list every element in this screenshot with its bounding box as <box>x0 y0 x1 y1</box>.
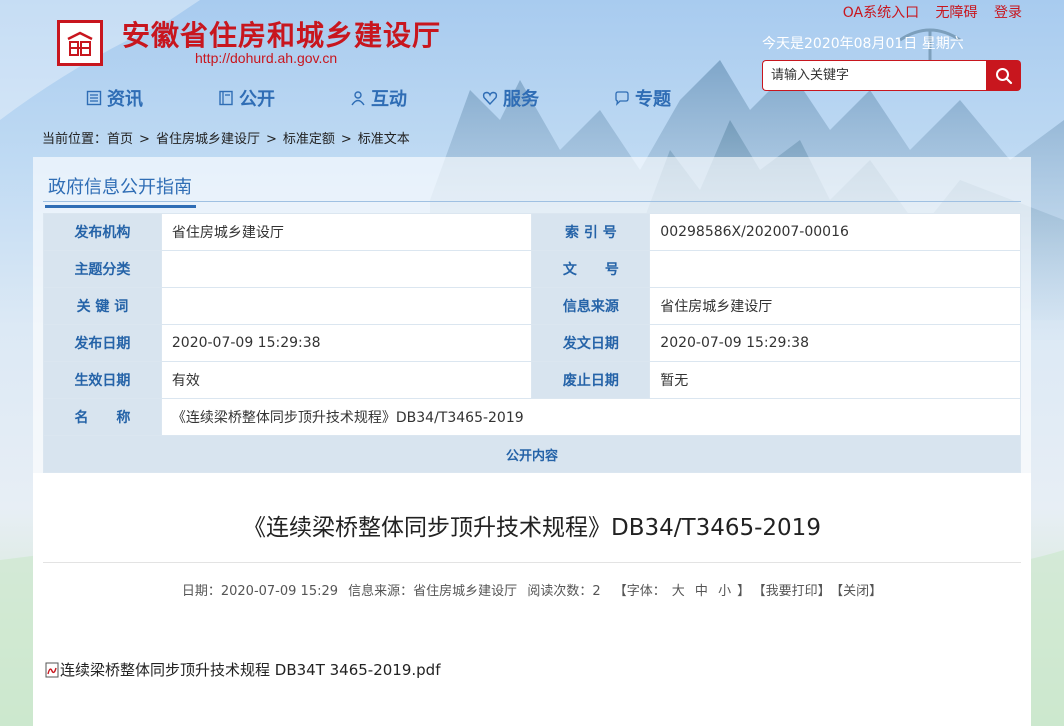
nav-item-news[interactable]: 资讯 <box>86 85 143 111</box>
breadcrumb-separator: > <box>139 132 150 147</box>
meta-date: 日期：2020-07-09 15:29 <box>181 584 339 599</box>
breadcrumb: 当前位置：首页 > 省住房城乡建设厅 > 标准定额 > 标准文本 <box>42 128 410 147</box>
book-icon <box>219 90 233 106</box>
breadcrumb-separator: > <box>340 132 352 147</box>
pdf-icon <box>45 662 59 677</box>
label-keywords: 关 键 词 <box>43 287 162 325</box>
value-info-source: 省住房城乡建设厅 <box>649 287 1021 325</box>
label-doc-number: 文 号 <box>531 250 651 288</box>
nav-label: 互动 <box>371 89 407 110</box>
main-nav: 资讯 公开 互动 服务 专题 <box>86 85 746 111</box>
logo-emblem-icon <box>67 31 93 56</box>
breadcrumb-standards[interactable]: 标准定额 <box>283 132 335 147</box>
site-logo[interactable] <box>57 20 103 66</box>
nav-item-public[interactable]: 公开 <box>218 85 275 111</box>
heart-icon <box>482 91 498 106</box>
print-button[interactable]: 【我要打印】 <box>759 584 831 599</box>
people-icon <box>351 91 365 106</box>
label-expiry-date: 废止日期 <box>531 361 651 399</box>
site-header: 安徽省住房和城乡建设厅 http://dohurd.ah.gov.cn OA系统… <box>0 0 1064 160</box>
label-index-number: 索 引 号 <box>531 213 651 251</box>
table-row: 名 称 《连续梁桥整体同步顶升技术规程》DB34/T3465-2019 <box>43 398 1022 436</box>
login-link[interactable]: 登录 <box>994 5 1022 21</box>
nav-item-service[interactable]: 服务 <box>482 85 539 111</box>
breadcrumb-home[interactable]: 首页 <box>107 132 133 147</box>
current-date: 今天是2020年08月01日 星期六 <box>762 36 964 52</box>
close-button[interactable]: 【关闭】 <box>837 584 883 599</box>
value-publisher: 省住房城乡建设厅 <box>160 213 533 251</box>
value-index-number: 00298586X/202007-00016 <box>649 213 1021 251</box>
table-row: 发布日期 2020-07-09 15:29:38 发文日期 2020-07-09… <box>43 324 1021 362</box>
label-issue-date: 发文日期 <box>531 324 651 362</box>
value-doc-number <box>649 250 1021 288</box>
search-icon <box>995 67 1012 84</box>
value-name: 《连续梁桥整体同步顶升技术规程》DB34/T3465-2019 <box>160 398 1022 436</box>
search-input[interactable] <box>762 60 987 91</box>
label-publisher: 发布机构 <box>43 213 162 251</box>
table-row: 生效日期 有效 废止日期 暂无 <box>43 361 1021 399</box>
search-button[interactable] <box>986 60 1021 91</box>
nav-item-interaction[interactable]: 互动 <box>350 85 407 111</box>
guide-divider <box>43 201 1021 202</box>
value-issue-date: 2020-07-09 15:29:38 <box>649 324 1021 362</box>
value-category <box>160 250 533 288</box>
breadcrumb-separator: > <box>265 132 277 147</box>
nav-label: 公开 <box>239 89 275 110</box>
label-info-source: 信息来源 <box>531 287 651 325</box>
accessibility-link[interactable]: 无障碍 <box>936 5 978 21</box>
attachment-name: 连续梁桥整体同步顶升技术规程 DB34T 3465-2019.pdf <box>60 661 441 679</box>
label-effective-date: 生效日期 <box>43 361 162 399</box>
label-category: 主题分类 <box>43 250 162 288</box>
label-name: 名 称 <box>43 398 162 436</box>
font-size-controls: 【字体： 大 中 小】 <box>611 584 753 599</box>
font-size-label-end: 】 <box>737 584 751 599</box>
table-row: 主题分类 文 号 <box>43 250 1021 288</box>
document-title: 《连续梁桥整体同步顶升技术规程》DB34/T3465-2019 <box>243 515 821 541</box>
meta-source: 信息来源：省住房城乡建设厅 <box>348 584 518 599</box>
breadcrumb-standard-texts[interactable]: 标准文本 <box>358 132 410 147</box>
nav-label: 服务 <box>503 89 539 110</box>
content-header: 公开内容 <box>43 435 1021 473</box>
value-keywords <box>160 287 533 325</box>
breadcrumb-prefix: 当前位置： <box>42 132 108 147</box>
value-publish-date: 2020-07-09 15:29:38 <box>160 324 533 362</box>
font-medium-button[interactable]: 中 <box>695 584 708 599</box>
top-links: OA系统入口 无障碍 登录 <box>831 2 1022 22</box>
font-size-label: 【字体： <box>613 584 666 599</box>
chat-icon <box>615 91 629 106</box>
nav-label: 专题 <box>635 89 671 110</box>
table-row: 关 键 词 信息来源 省住房城乡建设厅 <box>43 287 1021 325</box>
font-small-button[interactable]: 小 <box>718 584 731 599</box>
meta-reads: 阅读次数：2 <box>527 584 601 599</box>
value-expiry-date: 暂无 <box>649 361 1021 399</box>
table-row: 公开内容 <box>43 435 1021 473</box>
value-effective-date: 有效 <box>160 361 533 399</box>
site-url[interactable]: http://dohurd.ah.gov.cn <box>195 50 337 66</box>
attachment-link[interactable]: 连续梁桥整体同步顶升技术规程 DB34T 3465-2019.pdf <box>44 659 440 680</box>
guide-title[interactable]: 政府信息公开指南 <box>45 173 196 208</box>
article-meta: 日期：2020-07-09 15:29 信息来源：省住房城乡建设厅 阅读次数：2… <box>0 580 1064 599</box>
info-table: 发布机构 省住房城乡建设厅 索 引 号 00298586X/202007-000… <box>43 213 1022 473</box>
nav-label: 资讯 <box>107 89 143 110</box>
site-title: 安徽省住房和城乡建设厅 <box>122 19 442 52</box>
font-large-button[interactable]: 大 <box>672 584 685 599</box>
title-divider <box>43 562 1021 563</box>
label-publish-date: 发布日期 <box>43 324 162 362</box>
nav-item-topics[interactable]: 专题 <box>614 85 671 111</box>
oa-entry-link[interactable]: OA系统入口 <box>843 5 919 21</box>
list-icon <box>86 90 102 106</box>
table-row: 发布机构 省住房城乡建设厅 索 引 号 00298586X/202007-000… <box>43 213 1021 251</box>
breadcrumb-department[interactable]: 省住房城乡建设厅 <box>156 132 260 147</box>
